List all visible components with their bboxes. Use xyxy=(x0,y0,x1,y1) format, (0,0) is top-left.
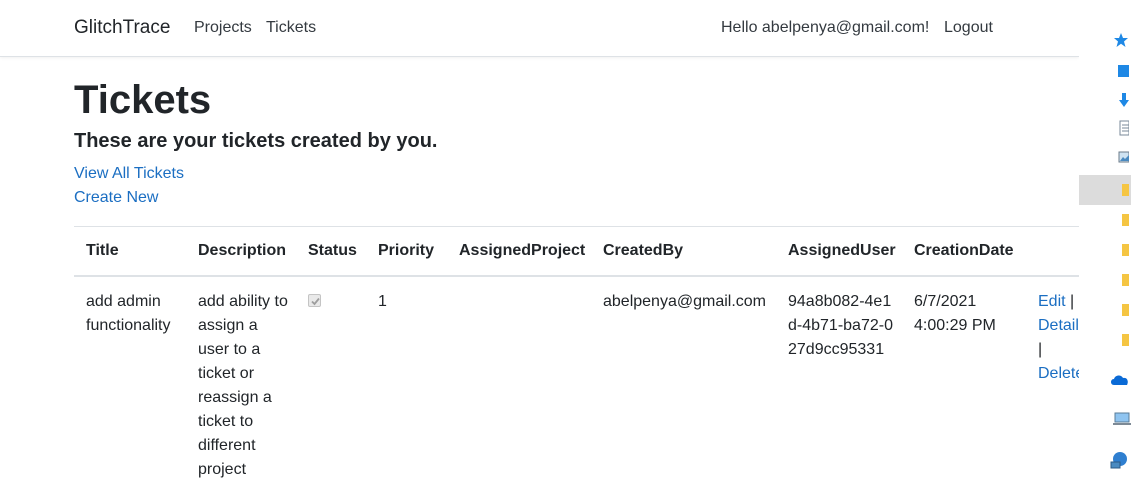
user-greeting[interactable]: Hello abelpenya@gmail.com! xyxy=(721,19,929,37)
header-created-by: CreatedBy xyxy=(603,242,684,259)
sidebar-item-onedrive[interactable] xyxy=(1079,365,1131,395)
action-separator: | xyxy=(1070,293,1075,310)
action-separator: | xyxy=(1038,341,1043,358)
status-checkbox xyxy=(308,294,321,307)
folder-icon xyxy=(1122,334,1129,346)
sidebar-item-folder[interactable] xyxy=(1079,205,1131,235)
nav-tickets[interactable]: Tickets xyxy=(266,19,316,37)
folder-icon xyxy=(1122,214,1129,226)
delete-link[interactable]: Delete xyxy=(1038,365,1079,382)
header-assigned-user: AssignedUser xyxy=(788,242,896,259)
folder-icon xyxy=(1122,244,1129,256)
header-priority: Priority xyxy=(378,242,435,259)
folder-icon xyxy=(1122,274,1129,286)
table-header-border xyxy=(74,275,1079,277)
download-icon xyxy=(1119,93,1129,107)
nav-projects[interactable]: Projects xyxy=(194,19,252,37)
sidebar-item-quick-access[interactable] xyxy=(1079,26,1131,56)
cell-description: add ability to assign a user to a ticket… xyxy=(198,293,288,478)
star-icon xyxy=(1114,33,1128,47)
cloud-icon xyxy=(1111,375,1128,385)
tickets-table: Title Description Status Priority Assign… xyxy=(74,226,1079,483)
sidebar-item-desktop[interactable] xyxy=(1079,56,1131,86)
image-icon xyxy=(1118,151,1129,163)
header-status: Status xyxy=(308,242,357,259)
header-assigned-project: AssignedProject xyxy=(459,242,586,259)
document-icon xyxy=(1119,120,1129,136)
network-icon xyxy=(1110,452,1127,469)
sidebar-item-documents[interactable] xyxy=(1079,114,1131,144)
sidebar-item-network[interactable] xyxy=(1079,445,1131,475)
edit-link[interactable]: Edit xyxy=(1038,293,1066,310)
view-all-tickets-link[interactable]: View All Tickets xyxy=(74,165,184,183)
folder-icon xyxy=(1122,184,1129,196)
cell-title: add admin functionality xyxy=(86,293,171,334)
navbar: GlitchTrace Projects Tickets Hello abelp… xyxy=(0,0,1079,57)
folder-icon xyxy=(1122,304,1129,316)
cell-created-by: abelpenya@gmail.com xyxy=(603,293,766,310)
sidebar-item-folder[interactable] xyxy=(1079,235,1131,265)
header-title: Title xyxy=(86,242,119,259)
sidebar-item-pictures[interactable] xyxy=(1079,143,1131,173)
sidebar-item-this-pc[interactable] xyxy=(1079,405,1131,435)
check-icon xyxy=(311,297,320,306)
sidebar-item-folder[interactable] xyxy=(1079,265,1131,295)
create-new-link[interactable]: Create New xyxy=(74,189,158,207)
sidebar-item-downloads[interactable] xyxy=(1079,86,1131,116)
logout-button[interactable]: Logout xyxy=(944,19,993,37)
table-top-border xyxy=(74,226,1079,227)
sidebar-item-folder[interactable] xyxy=(1079,295,1131,325)
details-link[interactable]: Details xyxy=(1038,317,1079,334)
sidebar-item-folder[interactable] xyxy=(1079,325,1131,355)
brand-link[interactable]: GlitchTrace xyxy=(74,17,170,39)
computer-icon xyxy=(1113,412,1131,425)
cell-priority: 1 xyxy=(378,293,387,310)
cell-assigned-user: 94a8b082-4e1d-4b71-ba72-027d9cc95331 xyxy=(788,293,893,358)
explorer-sidebar xyxy=(1079,0,1131,483)
cell-actions: Edit | Details | Delete xyxy=(1038,290,1079,386)
square-icon xyxy=(1118,65,1129,77)
sidebar-item-folder-selected[interactable] xyxy=(1079,175,1131,205)
page-subtitle: These are your tickets created by you. xyxy=(74,130,438,152)
header-description: Description xyxy=(198,242,287,259)
page-title: Tickets xyxy=(74,78,212,122)
header-creation-date: CreationDate xyxy=(914,242,1014,259)
cell-creation-date: 6/7/2021 4:00:29 PM xyxy=(914,293,996,334)
